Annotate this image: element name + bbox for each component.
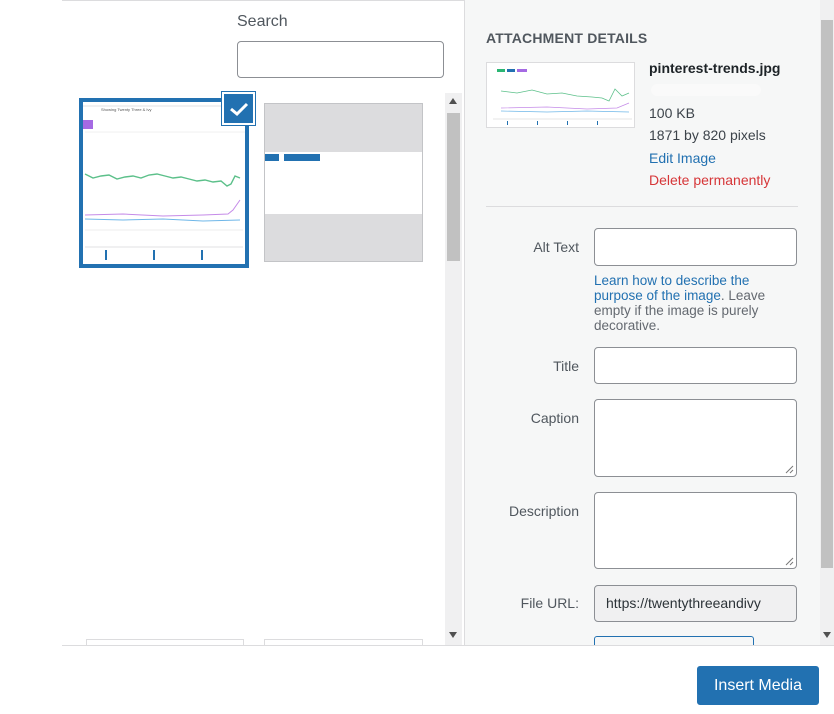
attachment-filename: pinterest-trends.jpg — [649, 60, 781, 76]
alt-text-input[interactable] — [594, 228, 797, 266]
divider — [486, 206, 798, 207]
selected-checkmark-button[interactable] — [222, 92, 255, 125]
attachment-preview-image — [486, 62, 635, 128]
copy-url-button[interactable] — [594, 636, 754, 645]
search-label: Search — [237, 13, 288, 30]
attachments-scrollbar[interactable] — [445, 93, 462, 645]
description-label: Description — [508, 503, 579, 519]
caption-label: Caption — [530, 410, 579, 426]
attachment-dimensions: 1871 by 820 pixels — [649, 127, 766, 143]
svg-text:Showing Twenty Three & Ivy: Showing Twenty Three & Ivy — [101, 107, 152, 112]
insert-media-button[interactable]: Insert Media — [697, 666, 819, 705]
thumbnail-preview-button — [265, 154, 279, 161]
search-input[interactable] — [237, 41, 444, 78]
checkmark-icon — [229, 102, 248, 116]
title-input[interactable] — [594, 347, 797, 384]
attachment-filesize: 100 KB — [649, 105, 695, 121]
thumbnail-preview-strip — [265, 152, 422, 214]
scroll-down-arrow-icon[interactable] — [823, 632, 831, 638]
edit-image-link[interactable]: Edit Image — [649, 150, 716, 166]
chart-preview-image: Showing Twenty Three & Ivy — [83, 102, 245, 264]
scroll-up-arrow-icon[interactable] — [449, 98, 457, 104]
alt-text-label: Alt Text — [533, 239, 579, 255]
delete-permanently-link[interactable]: Delete permanently — [649, 172, 770, 188]
alt-text-help: Learn how to describe the purpose of the… — [594, 273, 799, 333]
thumbnail-preview-button — [284, 154, 320, 161]
attachment-details-sidebar: ATTACHMENT DETAILS pinterest-trends.jpg … — [464, 0, 820, 645]
scrollbar-thumb[interactable] — [821, 20, 833, 568]
sidebar-scrollbar[interactable] — [820, 0, 834, 645]
caption-textarea[interactable] — [594, 399, 797, 477]
file-url-input[interactable]: https://twentythreeandivy — [594, 585, 797, 622]
attachment-thumbnail[interactable] — [264, 103, 423, 262]
resize-handle-icon[interactable] — [784, 464, 794, 474]
modal-left-edge — [0, 0, 62, 645]
redacted-date — [651, 84, 761, 96]
scroll-down-arrow-icon[interactable] — [449, 632, 457, 638]
scrollbar-thumb[interactable] — [447, 113, 460, 261]
resize-handle-icon[interactable] — [784, 556, 794, 566]
description-textarea[interactable] — [594, 492, 797, 569]
title-label: Title — [553, 358, 579, 374]
attachment-details-heading: ATTACHMENT DETAILS — [486, 30, 648, 46]
file-url-label: File URL: — [520, 595, 579, 611]
